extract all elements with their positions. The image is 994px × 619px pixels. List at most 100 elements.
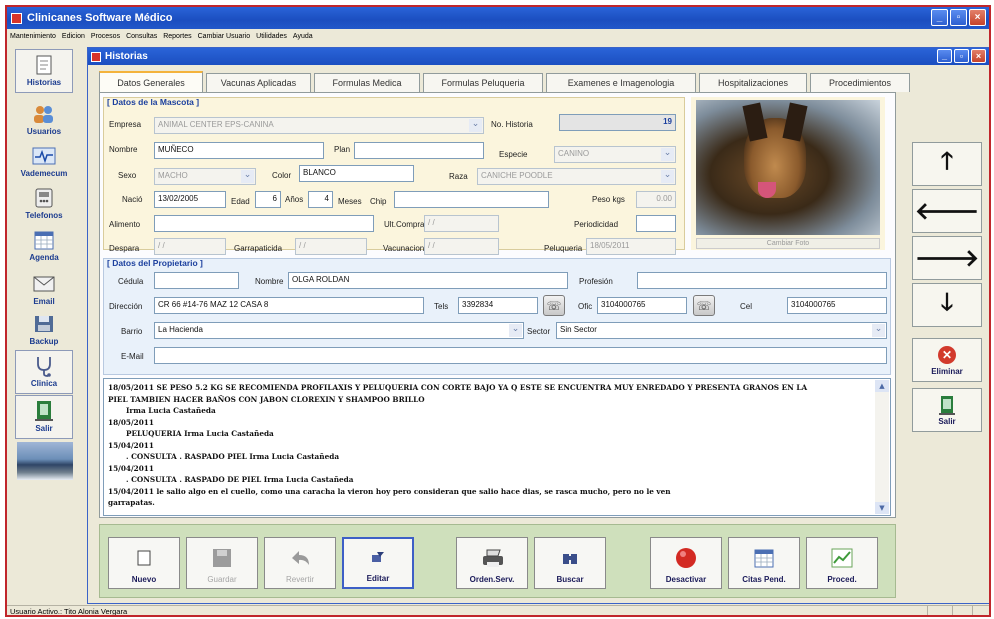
sidebar-item-label: Salir	[35, 424, 53, 433]
address-field[interactable]: CR 66 #14-76 MAZ 12 CASA 8	[154, 297, 424, 314]
active-user-status: Usuario Activo.: Tito Alonia Vergara	[10, 607, 128, 616]
ofic-field[interactable]: 3104000765	[597, 297, 687, 314]
revertir-button[interactable]: Revertir	[264, 537, 336, 589]
alimento-field[interactable]	[154, 215, 374, 232]
right-salir-button[interactable]: Salir	[912, 388, 982, 432]
call-ofic-button[interactable]: ☏	[693, 295, 715, 316]
tab-formulas-peluqueria[interactable]: Formulas Peluqueria	[423, 73, 543, 92]
sidebar-item-label: Agenda	[29, 253, 59, 262]
close-button[interactable]: ×	[971, 49, 986, 63]
citas-pend-button[interactable]: Citas Pend.	[728, 537, 800, 589]
color-field[interactable]: BLANCO	[299, 165, 414, 182]
barrio-select[interactable]: La Hacienda	[154, 322, 524, 339]
orden-serv-button[interactable]: Orden.Serv.	[456, 537, 528, 589]
profesion-field[interactable]	[637, 272, 887, 289]
menu-consultas[interactable]: Consultas	[126, 33, 157, 40]
nuevo-button[interactable]: Nuevo	[108, 537, 180, 589]
menu-ayuda[interactable]: Ayuda	[293, 33, 313, 40]
garrapaticida-field[interactable]: / /	[295, 238, 367, 255]
menu-mantenimiento[interactable]: Mantenimiento	[10, 33, 56, 40]
tab-formulas-medica[interactable]: Formulas Medica	[314, 73, 420, 92]
close-button[interactable]: ×	[969, 9, 986, 26]
tab-examenes-imagenologia[interactable]: Examenes e Imagenologia	[546, 73, 696, 92]
sidebar-item-vademecum[interactable]: Vademecum	[15, 141, 73, 185]
sidebar-item-email[interactable]: Email	[15, 269, 73, 313]
chip-field[interactable]	[394, 191, 549, 208]
sector-select[interactable]: Sin Sector	[556, 322, 887, 339]
buscar-button[interactable]: Buscar	[534, 537, 606, 589]
scroll-up-icon[interactable]: ▲	[875, 380, 889, 392]
menu-edicion[interactable]: Edicion	[62, 33, 85, 40]
menu-cambiar-usuario[interactable]: Cambiar Usuario	[198, 33, 251, 40]
nav-right-button[interactable]: 🡒	[912, 236, 982, 280]
weight-field[interactable]: 0.00	[636, 191, 676, 208]
nav-down-button[interactable]: 🡓	[912, 283, 982, 327]
peluqueria-label: Peluqueria	[544, 244, 583, 253]
edad-label: Edad	[231, 197, 250, 206]
desactivar-button[interactable]: Desactivar	[650, 537, 722, 589]
sidebar-item-salir[interactable]: Salir	[15, 395, 73, 439]
owner-name-field[interactable]: OLGA ROLDAN	[288, 272, 568, 289]
proced-button[interactable]: Proced.	[806, 537, 878, 589]
guardar-label: Guardar	[207, 575, 237, 584]
delete-icon: ✕	[937, 345, 957, 365]
clinical-notes-textarea[interactable]: 18/05/2011 SE PESO 5.2 KG SE RECOMIENDA …	[103, 378, 891, 516]
email-field[interactable]	[154, 347, 887, 364]
vacunacion-label: Vacunacion	[383, 244, 425, 253]
action-bar: Nuevo Guardar Revertir Editar Orden.Serv…	[99, 524, 896, 598]
especie-select[interactable]: CANINO	[554, 146, 676, 163]
raza-select[interactable]: CANICHE POODLE	[477, 168, 676, 185]
garrapaticida-label: Garrapaticida	[234, 244, 283, 253]
maximize-button[interactable]: ▫	[954, 49, 969, 63]
tels-field[interactable]: 3392834	[458, 297, 538, 314]
birth-date-field[interactable]: 13/02/2005	[154, 191, 226, 208]
tab-hospitalizaciones[interactable]: Hospitalizaciones	[699, 73, 807, 92]
sidebar-item-agenda[interactable]: Agenda	[15, 225, 73, 269]
tab-vacunas-aplicadas[interactable]: Vacunas Aplicadas	[206, 73, 311, 92]
eliminar-button[interactable]: ✕ Eliminar	[912, 338, 982, 382]
minimize-button[interactable]: _	[937, 49, 952, 63]
vacunacion-field[interactable]: / /	[424, 238, 499, 255]
cel-field[interactable]: 3104000765	[787, 297, 887, 314]
empresa-select[interactable]: ANIMAL CENTER EPS-CANINA	[154, 117, 484, 134]
app-window: Clinicanes Software Médico _ ▫ × Manteni…	[5, 5, 991, 617]
sidebar-item-usuarios[interactable]: Usuarios	[15, 99, 73, 143]
menu-utilidades[interactable]: Utilidades	[256, 33, 287, 40]
notes-scrollbar[interactable]: ▲ ▼	[875, 380, 889, 514]
plan-label: Plan	[334, 145, 351, 154]
exit-icon	[937, 395, 957, 415]
call-tels-button[interactable]: ☏	[543, 295, 565, 316]
periodicidad-field[interactable]	[636, 215, 676, 232]
chip-label: Chip	[370, 197, 387, 206]
ult-compra-field[interactable]: / /	[424, 215, 499, 232]
despara-field[interactable]: / /	[154, 238, 226, 255]
sidebar-item-historias[interactable]: Historias	[15, 49, 73, 93]
menu-reportes[interactable]: Reportes	[163, 33, 191, 40]
plan-field[interactable]	[354, 142, 484, 159]
tab-procedimientos[interactable]: Procedimientos	[810, 73, 910, 92]
nav-up-button[interactable]: 🡑	[912, 142, 982, 186]
cel-label: Cel	[740, 302, 753, 311]
historias-window: Historias _ ▫ × Datos Generales Vacunas …	[87, 47, 989, 604]
pet-name-field[interactable]: MUÑECO	[154, 142, 324, 159]
cedula-field[interactable]	[154, 272, 239, 289]
peluqueria-field[interactable]: 18/05/2011	[586, 238, 676, 255]
minimize-button[interactable]: _	[931, 9, 948, 26]
guardar-button[interactable]: Guardar	[186, 537, 258, 589]
maximize-button[interactable]: ▫	[950, 9, 967, 26]
editar-button[interactable]: Editar	[342, 537, 414, 589]
scroll-down-icon[interactable]: ▼	[875, 502, 889, 514]
sidebar-item-clinica[interactable]: Clinica	[15, 350, 73, 394]
note-line: 18/05/2011 SE PESO 5.2 KG SE RECOMIENDA …	[108, 383, 808, 392]
citas-pend-label: Citas Pend.	[742, 575, 786, 584]
sexo-select[interactable]: MACHO	[154, 168, 256, 185]
menu-procesos[interactable]: Procesos	[91, 33, 120, 40]
change-photo-button[interactable]: Cambiar Foto	[696, 238, 880, 249]
nav-left-button[interactable]: 🡐	[912, 189, 982, 233]
email-icon	[32, 273, 56, 295]
despara-label: Despara	[109, 244, 140, 253]
sidebar-item-backup[interactable]: Backup	[15, 309, 73, 353]
tab-bar: Datos Generales Vacunas Aplicadas Formul…	[99, 71, 913, 92]
tab-datos-generales[interactable]: Datos Generales	[99, 71, 203, 92]
sidebar-item-telefonos[interactable]: Telefonos	[15, 183, 73, 227]
